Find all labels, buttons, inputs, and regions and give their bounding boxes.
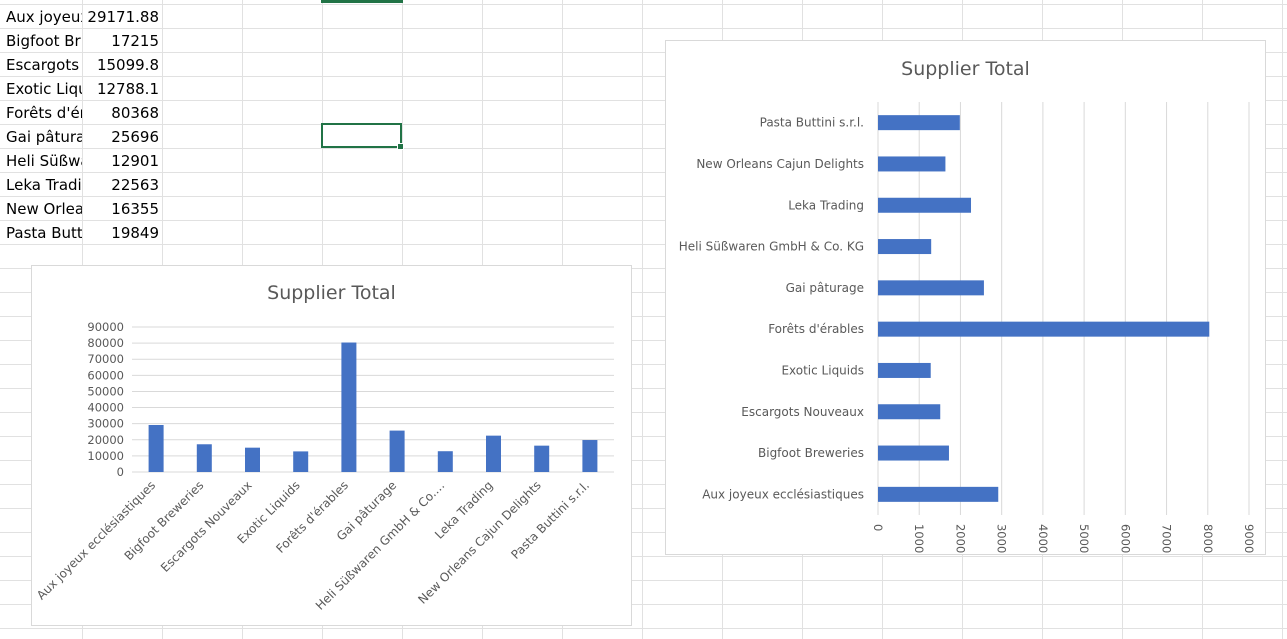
x-tick-label: 0 (871, 524, 885, 531)
bar (148, 425, 164, 472)
y-category-label: Leka Trading (788, 198, 864, 212)
x-tick-label: 6000 (1118, 524, 1132, 553)
column-chart[interactable]: Supplier Total 0 10000 20000 30000 40000 5000… (31, 265, 632, 626)
cell-supplier-name[interactable]: Aux joyeux (6, 5, 82, 29)
bar (196, 444, 212, 472)
bar (878, 115, 960, 131)
x-tick-label: 8000 (1201, 524, 1215, 553)
y-category-label: Gai pâturage (786, 281, 864, 295)
bar-chart[interactable]: Supplier Total 0 1000 2000 3000 4000 5000 6000… (665, 40, 1266, 555)
cell-supplier-name[interactable]: Escargots (6, 53, 82, 77)
y-tick-label: 20000 (87, 433, 124, 447)
y-tick-label: 30000 (87, 417, 124, 431)
cell-supplier-name[interactable]: Leka Tradi (6, 173, 82, 197)
y-category-label: Aux joyeux ecclésiastiques (702, 487, 864, 501)
bar (878, 239, 932, 255)
x-category-label: Escargots Nouveaux (158, 478, 255, 575)
y-category-label: Exotic Liquids (781, 363, 864, 377)
x-tick-label: 9000 (1242, 524, 1256, 553)
bar (878, 486, 999, 502)
y-tick-label: 10000 (87, 449, 124, 463)
cell-supplier-value[interactable]: 15099.8 (84, 53, 159, 77)
y-tick-label: 40000 (87, 401, 124, 415)
bar (878, 404, 941, 420)
active-cell-selection[interactable] (321, 123, 404, 150)
column-chart-plot: 0 10000 20000 30000 40000 50000 60000 70000 8000… (34, 320, 614, 613)
bar (486, 435, 501, 472)
y-category-label: Bigfoot Breweries (758, 446, 864, 460)
cell-supplier-value[interactable]: 22563 (84, 173, 159, 197)
bar (878, 321, 1210, 337)
cell-supplier-name[interactable]: Heli Süßwa (6, 149, 82, 173)
cell-supplier-name[interactable]: New Orlea (6, 197, 82, 221)
y-tick-label: 0 (117, 465, 124, 479)
cell-supplier-name[interactable]: Pasta Butt (6, 221, 82, 245)
x-tick-label: 5000 (1077, 524, 1091, 553)
y-category-label: Escargots Nouveaux (741, 405, 864, 419)
y-category-label: New Orleans Cajun Delights (696, 157, 864, 171)
bar (293, 451, 309, 472)
y-category-label: Forêts d'érables (768, 322, 864, 336)
bar (437, 451, 453, 472)
cell-supplier-name[interactable]: Exotic Liqu (6, 77, 82, 101)
y-category-label: Pasta Buttini s.r.l. (760, 116, 864, 130)
cell-supplier-value[interactable]: 17215 (84, 29, 159, 53)
y-tick-label: 90000 (87, 320, 124, 334)
selected-column-marker (321, 0, 403, 3)
cell-supplier-name[interactable]: Gai pâtura (6, 125, 82, 149)
bar (389, 430, 405, 472)
cell-supplier-value[interactable]: 29171.88 (84, 5, 159, 29)
x-tick-label: 1000 (912, 524, 926, 553)
fill-handle[interactable] (397, 143, 404, 150)
y-category-label: Heli Süßwaren GmbH & Co. KG (679, 240, 864, 254)
cell-supplier-value[interactable]: 16355 (84, 197, 159, 221)
cell-supplier-value[interactable]: 19849 (84, 221, 159, 245)
bar (582, 440, 598, 472)
bar (878, 362, 931, 378)
cell-supplier-value[interactable]: 12901 (84, 149, 159, 173)
bar-chart-plot: 0 1000 2000 3000 4000 5000 6000 7000 8000 9000 Aux… (679, 102, 1256, 553)
cell-supplier-name[interactable]: Bigfoot Br (6, 29, 82, 53)
bar (878, 280, 984, 296)
bar (534, 445, 550, 472)
y-tick-label: 70000 (87, 352, 124, 366)
bar (245, 447, 260, 472)
y-tick-label: 60000 (87, 368, 124, 382)
x-tick-label: 4000 (1036, 524, 1050, 553)
bar (878, 445, 949, 461)
bar (878, 156, 946, 172)
bar (341, 342, 357, 472)
cell-supplier-value[interactable]: 25696 (84, 125, 159, 149)
y-tick-label: 80000 (87, 336, 124, 350)
cell-supplier-value[interactable]: 12788.1 (84, 77, 159, 101)
x-tick-label: 3000 (995, 524, 1009, 553)
cell-supplier-name[interactable]: Forêts d'ér (6, 101, 82, 125)
x-tick-label: 7000 (1160, 524, 1174, 553)
y-tick-label: 50000 (87, 384, 124, 398)
cell-supplier-value[interactable]: 80368 (84, 101, 159, 125)
bar (878, 197, 972, 213)
x-tick-label: 2000 (953, 524, 967, 553)
